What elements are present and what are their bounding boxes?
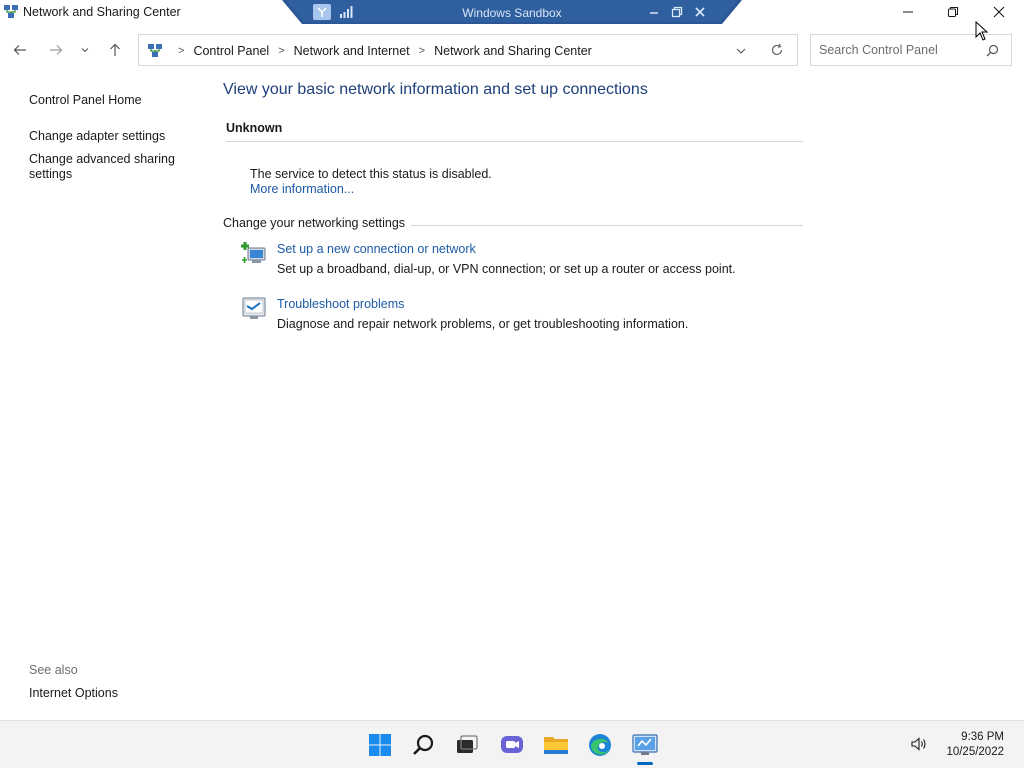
minimize-icon (903, 11, 913, 13)
network-center-icon (3, 4, 19, 20)
up-arrow-icon (110, 43, 120, 56)
chat-icon[interactable] (498, 731, 526, 759)
breadcrumb-network-sharing-center[interactable]: Network and Sharing Center (434, 44, 592, 58)
see-also-label: See also (29, 663, 78, 677)
sandbox-minimize-icon[interactable] (648, 5, 660, 23)
troubleshoot-link[interactable]: Troubleshoot problems (277, 297, 404, 311)
sandbox-banner: Windows Sandbox (282, 0, 742, 24)
troubleshoot-description: Diagnose and repair network problems, or… (277, 317, 689, 331)
advanced-link-line2: settings (29, 167, 73, 181)
sandbox-restore-icon[interactable] (671, 5, 683, 23)
more-information-link[interactable]: More information... (250, 182, 354, 196)
back-arrow-icon (13, 45, 26, 55)
change-advanced-sharing-link[interactable]: Change advanced sharing settings (29, 152, 175, 182)
chevron-right-icon[interactable]: > (419, 45, 425, 57)
task-view-icon[interactable] (453, 731, 481, 759)
clock-time: 9:36 PM (961, 731, 1004, 743)
window-title: Network and Sharing Center (23, 5, 181, 19)
minimize-button[interactable] (885, 0, 931, 24)
recent-locations-button[interactable] (75, 38, 95, 62)
new-connection-icon (241, 240, 267, 266)
forward-button[interactable] (44, 38, 68, 62)
control-panel-home-link[interactable]: Control Panel Home (29, 93, 142, 108)
advanced-link-line1: Change advanced sharing (29, 152, 175, 166)
refresh-icon[interactable] (770, 43, 784, 62)
edge-icon[interactable] (586, 731, 614, 759)
change-settings-heading: Change your networking settings (223, 216, 412, 230)
up-button[interactable] (103, 38, 127, 62)
troubleshoot-icon (241, 296, 267, 322)
breadcrumb-network-internet[interactable]: Network and Internet (294, 44, 410, 58)
restore-button[interactable] (930, 0, 976, 24)
volume-icon[interactable] (910, 735, 928, 758)
active-app-indicator (637, 762, 653, 765)
search-icon[interactable] (410, 731, 438, 759)
address-dropdown-icon[interactable] (735, 44, 747, 62)
divider (226, 141, 803, 142)
file-explorer-icon[interactable] (542, 731, 570, 759)
mouse-cursor-icon (975, 20, 989, 46)
setup-connection-description: Set up a broadband, dial-up, or VPN conn… (277, 262, 736, 276)
network-name: Unknown (226, 121, 283, 135)
close-icon (993, 6, 1005, 18)
setup-connection-link[interactable]: Set up a new connection or network (277, 242, 476, 256)
chevron-right-icon[interactable]: > (278, 45, 284, 57)
internet-options-link[interactable]: Internet Options (29, 686, 118, 701)
chevron-down-icon (81, 48, 89, 53)
breadcrumb: > Control Panel > Network and Internet >… (147, 43, 592, 59)
network-status-text: The service to detect this status is dis… (250, 167, 492, 181)
restore-icon (948, 7, 958, 17)
control-panel-icon (147, 43, 163, 59)
title-bar: Network and Sharing Center Windows Sandb… (0, 0, 1024, 26)
clock-date: 10/25/2022 (946, 746, 1004, 758)
change-adapter-settings-link[interactable]: Change adapter settings (29, 129, 165, 144)
taskbar-clock[interactable]: 9:36 PM 10/25/2022 (946, 730, 1004, 760)
sandbox-close-icon[interactable] (694, 5, 706, 23)
search-input[interactable]: Search Control Panel (819, 43, 938, 57)
chevron-right-icon: > (178, 45, 185, 57)
page-title: View your basic network information and … (223, 81, 648, 98)
address-bar[interactable]: > Control Panel > Network and Internet >… (138, 34, 798, 66)
breadcrumb-control-panel[interactable]: Control Panel (193, 44, 269, 58)
taskbar: 9:36 PM 10/25/2022 (0, 720, 1024, 768)
control-panel-icon[interactable] (631, 731, 659, 759)
start-icon[interactable] (366, 731, 394, 759)
forward-arrow-icon (50, 45, 63, 55)
search-icon[interactable] (986, 44, 999, 62)
back-button[interactable] (8, 38, 32, 62)
